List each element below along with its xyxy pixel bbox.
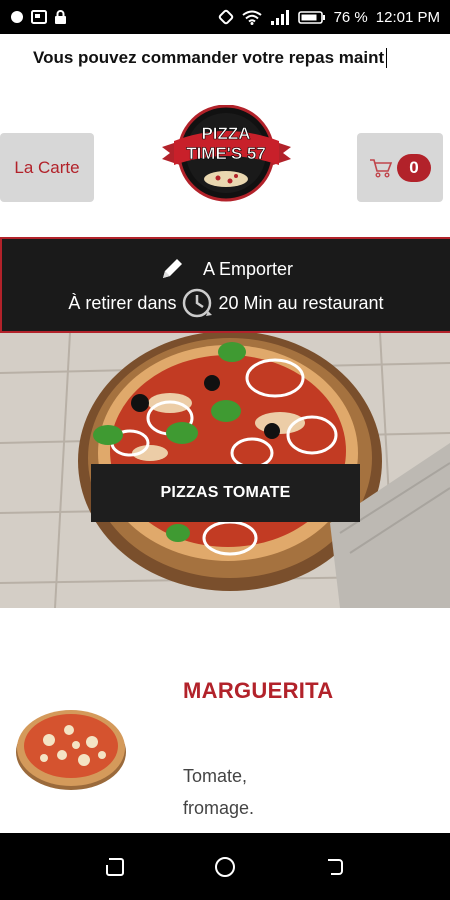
pickup-prefix: À retirer dans: [68, 292, 177, 313]
pencil-icon: [162, 259, 182, 278]
clock: 12:01 PM: [375, 8, 440, 26]
product-image: [16, 710, 126, 790]
logo-text-pizza: PIZZA: [201, 124, 250, 143]
logo-text-times: TIME'S 57: [186, 144, 266, 163]
battery-percent: 76 %: [333, 8, 368, 26]
marquee-message: Vous pouvez commander votre repas maint: [0, 34, 450, 82]
product-item[interactable]: MARGUERITA Tomate, fromage.: [0, 608, 450, 833]
la-carte-label: La Carte: [14, 157, 80, 177]
order-mode-label: A Emporter: [202, 258, 294, 279]
product-description: Tomate, fromage.: [183, 766, 255, 818]
app-header: La Carte PIZZA TIME'S 57 0: [0, 82, 450, 237]
product-name: MARGUERITA: [183, 678, 334, 703]
notification-dot-icon: [11, 11, 23, 23]
category-label: PIZZAS TOMATE: [91, 464, 360, 522]
pickup-suffix: 20 Min au restaurant: [218, 292, 384, 313]
lock-icon: [55, 9, 66, 24]
cast-icon: [31, 10, 47, 24]
home-icon[interactable]: [213, 855, 237, 879]
system-nav-bar: [0, 833, 450, 900]
category-banner[interactable]: PIZZAS TOMATE: [0, 333, 450, 608]
text-caret: [386, 48, 388, 68]
battery-icon: [297, 10, 325, 24]
pizza-times-logo[interactable]: PIZZA TIME'S 57: [160, 105, 293, 205]
marquee-text: Vous pouvez commander votre repas maint: [33, 48, 385, 67]
back-icon[interactable]: [324, 856, 346, 878]
wifi-icon: [241, 10, 262, 25]
order-mode-bar[interactable]: A Emporter À retirer dans 20 Min au rest…: [0, 237, 450, 333]
signal-icon: [270, 9, 289, 25]
la-carte-button[interactable]: La Carte: [0, 133, 94, 202]
cart-icon: [370, 158, 393, 178]
rotate-icon: [218, 9, 233, 25]
timer-icon: [183, 288, 213, 318]
status-bar: 76 % 12:01 PM: [0, 0, 450, 34]
cart-count-badge: 0: [397, 153, 431, 182]
cart-button[interactable]: 0: [357, 133, 443, 202]
recent-apps-icon[interactable]: [104, 856, 126, 878]
